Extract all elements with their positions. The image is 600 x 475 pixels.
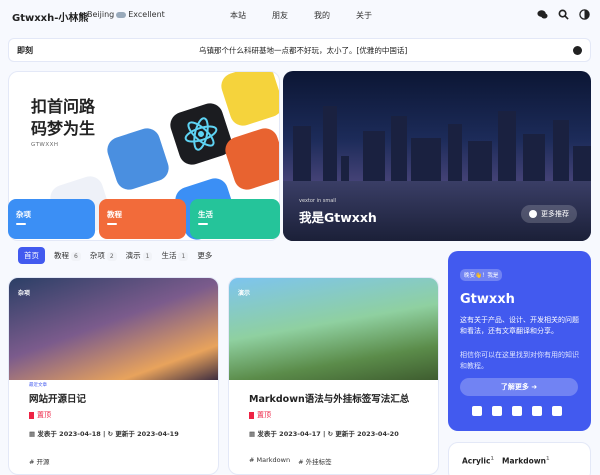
pinned-label: 置顶 — [257, 411, 271, 419]
author-card: 晚安👋！我是 Gtwxxh 这有关于产品、设计、开发相关的问题和看法，还有文章翻… — [448, 251, 591, 431]
featured-label: vextor in small — [299, 198, 337, 204]
pin-icon — [29, 411, 34, 419]
category-label: 生活 — [198, 210, 213, 219]
post-tag[interactable]: # 开源 — [29, 456, 50, 466]
menu-item-about[interactable]: 关于 — [356, 10, 372, 21]
wechat-icon[interactable] — [537, 9, 548, 20]
pin-icon — [249, 411, 254, 419]
tab-label: 杂项 — [89, 251, 105, 260]
site-title[interactable]: Gtwxxh-小林熊 — [12, 9, 88, 24]
tab-more[interactable]: 更多 — [197, 250, 212, 261]
post-title[interactable]: Markdown语法与外挂标签写法汇总 — [249, 391, 409, 405]
nav-icons — [537, 9, 590, 20]
hero-slogan: 扣首问路 码梦为生 — [31, 96, 95, 140]
learn-more-button[interactable]: 了解更多 ➜ — [460, 378, 578, 396]
post-published: 发表于 2023-04-18 — [37, 430, 101, 438]
pinned-badge: 置顶 — [29, 410, 51, 420]
post-published: 发表于 2023-04-17 — [257, 430, 321, 438]
tab-count: 1 — [178, 252, 189, 261]
email-icon[interactable] — [492, 406, 502, 416]
main-menu: 本站 朋友 我的 关于 — [230, 10, 372, 21]
tag-item[interactable]: Acrylic1 — [462, 456, 494, 466]
bilibili-icon[interactable] — [532, 406, 542, 416]
notice-bar[interactable]: 即刻 乌镇那个什么科研基地一点都不好玩，太小了。[优雅的中国话] — [8, 38, 591, 62]
post-cover-image[interactable] — [229, 278, 438, 380]
more-recommend-label: 更多推荐 — [541, 210, 569, 218]
qq-icon[interactable] — [552, 406, 562, 416]
category-label: 杂项 — [16, 210, 31, 219]
author-greeting: 晚安👋！我是 — [460, 269, 503, 281]
featured-title[interactable]: 我是Gtwxxh — [299, 207, 377, 226]
notice-tag: 即刻 — [17, 45, 33, 55]
post-cover-tag[interactable]: 演示 — [238, 288, 250, 297]
featured-post-banner[interactable]: vextor in small 我是Gtwxxh 更多推荐 — [283, 71, 591, 241]
tab-tutorial[interactable]: 教程 6 — [54, 250, 81, 261]
github-icon[interactable] — [472, 406, 482, 416]
post-updated: 更新于 2023-04-20 — [335, 430, 399, 438]
category-label: 教程 — [107, 210, 122, 219]
tag-cloud: Acrylic1 Markdown1 — [448, 442, 591, 475]
category-card-life[interactable]: 生活 — [190, 199, 280, 239]
post-cover-image[interactable] — [9, 278, 218, 380]
post-tags: # Markdown # 外挂标签 — [249, 456, 332, 466]
slogan-subtitle: GTWXXH — [31, 142, 59, 148]
post-dates: ▦ 发表于 2023-04-17 | ↻ 更新于 2023-04-20 — [249, 430, 399, 438]
post-tag[interactable]: # 外挂标签 — [298, 456, 332, 466]
tab-home[interactable]: 首页 — [18, 247, 45, 264]
cloud-icon — [116, 11, 127, 18]
tab-label: 教程 — [54, 251, 69, 260]
menu-item-friends[interactable]: 朋友 — [272, 10, 288, 21]
tab-demo[interactable]: 演示 1 — [126, 250, 153, 261]
social-links — [472, 406, 562, 416]
author-description-2: 相信你可以在这里找到对你有用的知识和教程。 — [460, 351, 579, 370]
tab-count: 1 — [142, 252, 153, 261]
learn-more-label: 了解更多 — [500, 383, 529, 391]
post-label: 最近文章 — [29, 383, 47, 388]
post-dates: ▦ 发表于 2023-04-18 | ↻ 更新于 2023-04-19 — [29, 430, 179, 438]
more-recommend-button[interactable]: 更多推荐 — [521, 205, 577, 223]
weather-widget: Beijing Excellent — [87, 10, 165, 19]
rss-icon[interactable] — [512, 406, 522, 416]
html5-logo-icon — [221, 124, 279, 194]
tab-label: 演示 — [125, 251, 141, 260]
notice-text[interactable]: 乌镇那个什么科研基地一点都不好玩，太小了。[优雅的中国话] — [199, 45, 407, 56]
post-cover-tag[interactable]: 杂项 — [18, 288, 30, 297]
pinned-badge: 置顶 — [249, 410, 271, 420]
pinned-label: 置顶 — [37, 411, 51, 419]
tab-count: 6 — [71, 252, 81, 261]
category-card-tutorial[interactable]: 教程 — [99, 199, 186, 239]
menu-item-mine[interactable]: 我的 — [314, 10, 330, 21]
post-card[interactable]: 杂项 最近文章 网站开源日记 置顶 ▦ 发表于 2023-04-18 | ↻ 更… — [8, 277, 219, 475]
react-logo-icon — [166, 99, 236, 169]
tab-misc[interactable]: 杂项 2 — [90, 250, 117, 261]
author-description: 这有关于产品、设计、开发相关的问题和看法，还有文章翻译和分享。 — [460, 316, 579, 335]
category-tabs: 首页 教程 6 杂项 2 演示 1 生活 1 更多 — [18, 247, 212, 264]
slogan-line-1: 扣首问路 — [31, 97, 96, 116]
post-tag[interactable]: # Markdown — [249, 456, 290, 466]
js-logo-icon — [217, 72, 279, 130]
dark-mode-icon[interactable] — [579, 9, 590, 20]
weather-city: Beijing — [87, 10, 115, 19]
post-updated: 更新于 2023-04-19 — [115, 430, 179, 438]
category-card-misc[interactable]: 杂项 — [8, 199, 95, 239]
slogan-line-2: 码梦为生 — [31, 119, 96, 138]
arrow-right-icon[interactable] — [573, 45, 582, 55]
search-icon[interactable] — [558, 9, 569, 20]
tab-count: 2 — [106, 252, 117, 261]
arrow-circle-icon — [529, 210, 537, 218]
atom-icon — [184, 117, 218, 151]
menu-item-site[interactable]: 本站 — [230, 10, 246, 21]
author-name[interactable]: Gtwxxh — [460, 292, 515, 307]
post-card[interactable]: 演示 Markdown语法与外挂标签写法汇总 置顶 ▦ 发表于 2023-04-… — [228, 277, 439, 475]
tag-item[interactable]: Markdown1 — [502, 456, 550, 466]
tab-label: 生活 — [161, 251, 177, 260]
tab-life[interactable]: 生活 1 — [161, 250, 189, 261]
post-tags: # 开源 — [29, 456, 50, 466]
post-title[interactable]: 网站开源日记 — [29, 391, 86, 405]
weather-status: Excellent — [128, 10, 165, 19]
top-navbar: Gtwxxh-小林熊 Beijing Excellent 本站 朋友 我的 关于 — [0, 0, 600, 32]
vscode-logo-icon — [103, 124, 173, 194]
